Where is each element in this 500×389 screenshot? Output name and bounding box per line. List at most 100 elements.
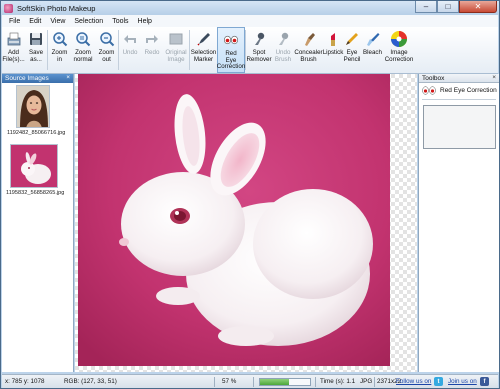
red-eye-correction-label: Red Eye Correction <box>216 50 246 71</box>
zoom-level: 57 % <box>222 378 237 385</box>
image-canvas[interactable] <box>75 74 417 372</box>
close-button[interactable]: ✕ <box>459 1 497 13</box>
minimize-button[interactable]: – <box>415 1 437 13</box>
status-divider <box>214 377 215 387</box>
floppy-disk-icon <box>27 30 45 48</box>
zoom-in-button[interactable]: Zoom in <box>48 27 71 73</box>
status-divider <box>374 377 375 387</box>
current-tool-title: Red Eye Correction <box>422 86 497 95</box>
red-eyes-icon <box>422 86 436 95</box>
red-eyes-icon <box>222 31 240 49</box>
redo-arrow-icon <box>143 30 161 48</box>
menu-edit[interactable]: Edit <box>29 18 41 25</box>
maximize-button[interactable]: □ <box>437 1 459 13</box>
zoom-out-button[interactable]: Zoom out <box>95 27 118 73</box>
tool-options-box[interactable] <box>423 105 496 149</box>
marker-pen-icon <box>195 30 213 48</box>
portrait-thumbnail[interactable] <box>16 85 50 128</box>
image-format: JPG <box>360 378 373 385</box>
toolbox-title: Toolbox <box>422 74 445 82</box>
undo-brush-label: Undo Brush <box>274 49 292 63</box>
image-correction-button[interactable]: Image Correction <box>384 27 414 73</box>
spot-brush-icon <box>250 30 268 48</box>
undo-brush-icon <box>274 30 292 48</box>
rabbit-photo[interactable] <box>78 74 390 366</box>
window-controls: – □ ✕ <box>415 1 497 14</box>
status-bar: x: 785 y: 1078 RGB: (127, 33, 51) 57 % T… <box>2 374 498 388</box>
facebook-icon[interactable]: f <box>480 377 489 386</box>
elapsed-time: Time (s): 1.1 <box>320 378 356 385</box>
spot-remover-label: Spot Remover <box>246 49 272 63</box>
zoom-normal-icon <box>74 30 92 48</box>
twitter-icon[interactable]: t <box>434 377 443 386</box>
lipstick-button[interactable]: Lipstick <box>323 27 343 73</box>
status-divider <box>315 377 316 387</box>
bleach-button[interactable]: Bleach <box>361 27 384 73</box>
rabbit-thumbnail[interactable] <box>10 144 58 188</box>
original-image-label: Original Image <box>165 49 187 63</box>
original-image-button[interactable]: Original Image <box>163 27 189 73</box>
zoom-out-label: Zoom out <box>98 49 115 63</box>
source-images-panel: Source Images × 1192482_85066716.jpg 119… <box>2 74 74 372</box>
zoom-normal-label: Zoom normal <box>73 49 93 63</box>
lipstick-label: Lipstick <box>322 49 344 56</box>
concealer-brush-button[interactable]: Concealer Brush <box>294 27 323 73</box>
undo-brush-button[interactable]: Undo Brush <box>272 27 294 73</box>
app-window: SoftSkin Photo Makeup – □ ✕ File Edit Vi… <box>0 0 500 389</box>
app-logo-icon <box>4 3 13 13</box>
source-images-header: Source Images × <box>2 74 73 83</box>
image-correction-label: Image Correction <box>384 49 414 63</box>
source-images-title: Source Images <box>5 75 49 82</box>
original-image-icon <box>167 30 185 48</box>
cursor-coordinates: x: 785 y: 1078 <box>5 378 45 385</box>
add-files-button[interactable]: Add File(s)... <box>2 27 25 73</box>
follow-us-link[interactable]: Follow us on <box>396 378 431 385</box>
toolbox-header: Toolbox × <box>419 74 499 83</box>
menu-help[interactable]: Help <box>138 18 152 25</box>
redo-button[interactable]: Redo <box>141 27 163 73</box>
window-title: SoftSkin Photo Makeup <box>17 3 96 13</box>
menu-file[interactable]: File <box>9 18 20 25</box>
bleach-brush-icon <box>364 30 382 48</box>
undo-arrow-icon <box>121 30 139 48</box>
toolbar: Add File(s)... Save as... Zoom in Zoom n… <box>2 27 498 74</box>
menu-view[interactable]: View <box>50 18 65 25</box>
join-us-link[interactable]: Join us on <box>448 378 477 385</box>
add-files-label: Add File(s)... <box>2 49 25 63</box>
concealer-brush-icon <box>300 30 318 48</box>
undo-button[interactable]: Undo <box>119 27 141 73</box>
pixel-rgb: RGB: (127, 33, 51) <box>64 378 117 385</box>
menu-tools[interactable]: Tools <box>112 18 128 25</box>
spot-remover-button[interactable]: Spot Remover <box>246 27 272 73</box>
selection-marker-button[interactable]: Selection Marker <box>190 27 217 73</box>
zoom-progress-bar <box>259 378 311 386</box>
save-as-label: Save as... <box>28 49 44 63</box>
eye-pencil-label: Eye Pencil <box>343 49 361 63</box>
title-bar: SoftSkin Photo Makeup – □ ✕ <box>1 1 499 15</box>
redo-label: Redo <box>144 49 160 56</box>
thumbnail-filename: 1192482_85066716.jpg <box>7 130 66 136</box>
eye-pencil-button[interactable]: Eye Pencil <box>343 27 361 73</box>
source-images-close-icon[interactable]: × <box>66 74 70 81</box>
thumbnail-filename: 1195832_56858265.jpg <box>6 190 65 196</box>
menu-bar: File Edit View Selection Tools Help <box>2 15 498 27</box>
color-wheel-icon <box>390 30 408 48</box>
red-eye-correction-button[interactable]: Red Eye Correction <box>217 27 245 73</box>
selection-marker-label: Selection Marker <box>190 49 217 63</box>
concealer-brush-label: Concealer Brush <box>294 49 323 63</box>
undo-label: Undo <box>122 49 138 56</box>
zoom-progress-fill <box>260 379 289 385</box>
zoom-in-icon <box>51 30 69 48</box>
bleach-label: Bleach <box>363 49 382 56</box>
pencil-icon <box>343 30 361 48</box>
save-as-button[interactable]: Save as... <box>25 27 47 73</box>
toolbox-close-icon[interactable]: × <box>492 74 496 81</box>
zoom-out-icon <box>98 30 116 48</box>
current-tool-label: Red Eye Correction <box>440 87 497 94</box>
zoom-normal-button[interactable]: Zoom normal <box>71 27 95 73</box>
zoom-in-label: Zoom in <box>51 49 68 63</box>
menu-selection[interactable]: Selection <box>74 18 103 25</box>
toolbox-divider <box>422 99 496 100</box>
toolbox-panel: Toolbox × Red Eye Correction <box>418 74 499 372</box>
status-divider <box>253 377 254 387</box>
